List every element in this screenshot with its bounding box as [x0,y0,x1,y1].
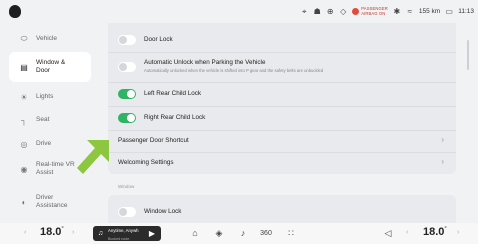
window-lock-toggle[interactable] [118,207,136,217]
right-rear-child-lock-row[interactable]: Right Rear Child Lock [108,108,456,128]
door-icon: ▤ [20,62,28,72]
play-icon[interactable]: ▶ [149,229,155,238]
window-lock-row[interactable]: Window Lock [108,202,456,222]
car-icon: ⬭ [20,34,28,43]
drive-icon: ◎ [20,139,28,149]
vr-icon: ◉ [20,164,28,174]
door-lock-toggle[interactable] [118,35,136,45]
welcoming-settings-row[interactable]: Welcoming Settings › [108,154,456,172]
left-rear-child-lock-toggle[interactable] [118,89,136,99]
music-icon[interactable]: ♪ [237,227,249,239]
door-lock-row[interactable]: Door Lock [108,30,456,50]
temp-left-increase-icon[interactable]: › [72,229,74,236]
seat-heat-icon: ⊕ [326,6,334,16]
bluetooth-icon: ✱ [393,6,401,16]
sidebar-item-seat[interactable]: ┐ Seat [9,115,91,125]
right-temperature[interactable]: 18.0° [423,226,447,238]
sidebar-item-window-door[interactable]: ▤ Window & Door [9,52,91,82]
divider [108,152,456,153]
status-bar: ⌖ ☗ ⊕ ◇ PASSENGER AIRBAG ON ✱ ≈ 155 km ▭… [0,0,478,23]
left-rear-child-lock-row[interactable]: Left Rear Child Lock [108,84,456,104]
auto-unlock-toggle[interactable] [118,62,136,72]
tire-icon: ◇ [340,6,347,16]
steering-icon: ☗ [313,6,321,16]
sidebar-item-driver-assistance[interactable]: ◐ Driver Assistance [9,193,91,211]
temp-right-increase-icon[interactable]: › [457,229,459,236]
battery-icon: ▭ [445,6,453,16]
clock: 11:13 [458,8,474,15]
location-icon: ⌖ [301,6,307,16]
temp-left-decrease-icon[interactable]: ‹ [24,229,26,236]
airbag-icon [352,8,360,15]
brand-logo [9,5,21,18]
bottom-dock: ‹ 18.0° › ♫ Anytime, Anywh Booked route … [0,223,478,244]
seat-icon: ┐ [21,115,27,125]
apps-icon[interactable]: ∷ [285,227,297,239]
wifi-icon: ≈ [407,6,413,16]
settings-panel: Door Lock Automatic Unlock when Parking … [108,23,456,223]
divider [108,52,456,53]
chevron-right-icon: › [441,157,444,166]
sidebar: ⬭ Vehicle ▤ Window & Door ☀ Lights ┐ Sea… [0,23,100,223]
car-front-icon[interactable]: ◈ [213,227,225,239]
passenger-door-shortcut-row[interactable]: Passenger Door Shortcut › [108,132,456,150]
airbag-indicator: PASSENGER AIRBAG ON [352,6,388,16]
window-section-title: Window [118,184,135,189]
pointer-arrow-icon [77,140,109,174]
left-temperature[interactable]: 18.0° [40,226,64,238]
chevron-right-icon: › [441,135,444,144]
temp-right-decrease-icon[interactable]: ‹ [406,229,408,236]
sidebar-item-vehicle[interactable]: ⬭ Vehicle [9,34,91,44]
divider [108,130,456,131]
music-note-icon: ♫ [97,230,104,237]
media-player[interactable]: ♫ Anytime, Anywh Booked route ▶ [93,226,161,241]
home-icon[interactable]: ⌂ [189,227,201,239]
volume-icon[interactable]: ◁ [382,227,394,239]
divider [108,82,456,83]
360-icon[interactable]: 360 [260,227,272,239]
divider [108,106,456,107]
status-icons: ⌖ ☗ ⊕ ◇ PASSENGER AIRBAG ON ✱ ≈ 155 km ▭… [300,0,474,23]
sidebar-item-lights[interactable]: ☀ Lights [9,92,91,102]
range-text: 155 km [418,8,441,15]
right-rear-child-lock-toggle[interactable] [118,113,136,123]
light-icon: ☀ [20,92,28,102]
assist-icon: ◐ [21,197,27,207]
scrollbar[interactable] [467,40,469,70]
auto-unlock-row[interactable]: Automatic Unlock when Parking the Vehicl… [108,54,456,80]
